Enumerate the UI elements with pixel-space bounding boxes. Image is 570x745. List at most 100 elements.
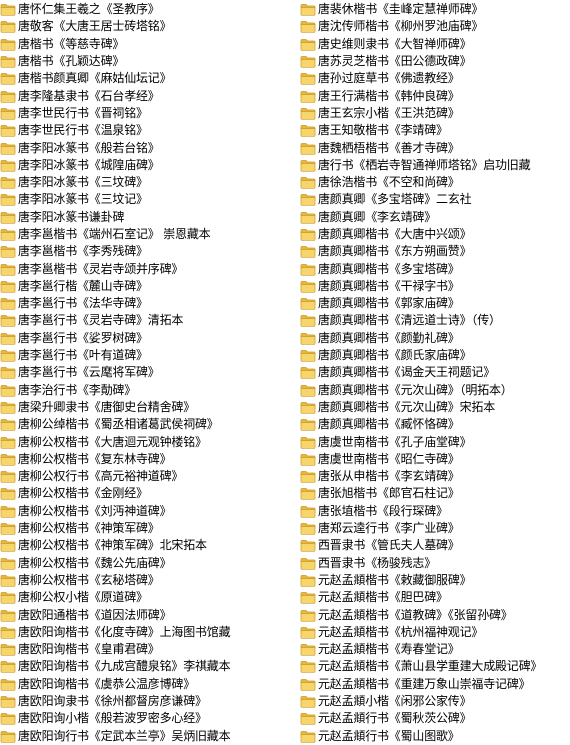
folder-item[interactable]: 唐欧阳询楷书《皇甫君碑》	[0, 641, 295, 658]
folder-item[interactable]: 唐柳公权楷书《魏公先庙碑》	[0, 555, 295, 572]
folder-item[interactable]: 唐柳公权楷书《大唐迴元观钟楼铭》	[0, 433, 295, 450]
folder-item[interactable]: 唐柳公权楷书《玄秘塔碑》	[0, 572, 295, 589]
folder-item[interactable]: 唐李阳冰篆书《三坟记》	[0, 191, 295, 208]
folder-item[interactable]: 唐李邕行书《云麾将军碑》	[0, 364, 295, 381]
folder-item[interactable]: 唐裴休楷书《圭峰定慧禅师碑》	[300, 1, 570, 18]
folder-item[interactable]: 唐李邕行书《灵岩寺碑》清拓本	[0, 312, 295, 329]
folder-item[interactable]: 唐王玄宗小楷《王洪范碑》	[300, 105, 570, 122]
folder-item[interactable]: 唐梁升卿隶书《唐御史台精舍碑》	[0, 399, 295, 416]
folder-item[interactable]: 唐虞世南楷书《孔子庙堂碑》	[300, 433, 570, 450]
folder-item[interactable]: 唐郑云逵行书《李广业碑》	[300, 520, 570, 537]
folder-item[interactable]: 唐行书《栖岩寺智通禅师塔铭》启功旧藏	[300, 157, 570, 174]
folder-item[interactable]: 唐颜真卿《多宝塔碑》二玄社	[300, 191, 570, 208]
folder-item[interactable]: 唐李世民行书《晋祠铭》	[0, 105, 295, 122]
folder-item[interactable]: 唐李隆基隶书《石台孝经》	[0, 87, 295, 104]
folder-item[interactable]: 元赵孟頫楷书《敕藏御服碑》	[300, 572, 570, 589]
folder-item[interactable]: 唐史维则隶书《大智禅师碑》	[300, 36, 570, 53]
folder-item[interactable]: 唐颜真卿楷书《干禄字书》	[300, 278, 570, 295]
folder-item[interactable]: 唐李邕行书《法华寺碑》	[0, 295, 295, 312]
folder-item[interactable]: 唐颜真卿楷书《颜氏家庙碑》	[300, 347, 570, 364]
folder-item[interactable]: 元赵孟頫小楷《闲邪公家传》	[300, 693, 570, 710]
folder-item[interactable]: 唐颜真卿楷书《臧怀恪碑》	[300, 416, 570, 433]
folder-name: 唐楷书《孔颖达碑》	[18, 54, 125, 69]
folder-item[interactable]: 唐颜真卿楷书《元次山碑》宋拓本	[300, 399, 570, 416]
folder-item[interactable]: 唐张埴楷书《段行琛碑》	[300, 503, 570, 520]
folder-item[interactable]: 西晋隶书《杨骏残志》	[300, 555, 570, 572]
folder-icon	[0, 730, 16, 743]
folder-item[interactable]: 唐颜真卿楷书《大唐中兴颂》	[300, 226, 570, 243]
folder-item[interactable]: 唐李邕楷书《端州石室记》 崇恩藏本	[0, 226, 295, 243]
folder-item[interactable]: 唐魏栖梧楷书《善才寺碑》	[300, 139, 570, 156]
folder-item[interactable]: 唐沈传师楷书《柳州罗池庙碑》	[300, 18, 570, 35]
folder-item[interactable]: 元赵孟頫楷书《胆巴碑》	[300, 589, 570, 606]
folder-item[interactable]: 唐李阳冰篆书《般若台铭》	[0, 139, 295, 156]
folder-item[interactable]: 唐颜真卿楷书《清远道士诗》（传）	[300, 312, 570, 329]
folder-name: 唐欧阳询楷书《虞恭公温彦博碑》	[18, 676, 196, 691]
folder-item[interactable]: 唐李邕楷书《李秀残碑》	[0, 243, 295, 260]
folder-item[interactable]: 元赵孟頫行书《蜀秋茨公碑》	[300, 710, 570, 727]
folder-item[interactable]: 唐徐浩楷书《不空和尚碑》	[300, 174, 570, 191]
folder-item[interactable]: 唐柳公权楷书《神策军碑》北宋拓本	[0, 537, 295, 554]
folder-item[interactable]: 唐柳公权楷书《复东林寺碑》	[0, 451, 295, 468]
folder-item[interactable]: 唐楷书《孔颖达碑》	[0, 53, 295, 70]
folder-item[interactable]: 元赵孟頫楷书《重建万象山崇福寺记碑》	[300, 676, 570, 693]
folder-name: 唐柳公权楷书《大唐迴元观钟楼铭》	[18, 434, 207, 449]
folder-item[interactable]: 唐颜真卿楷书《多宝塔碑》	[300, 260, 570, 277]
folder-item[interactable]: 唐柳公权楷书《神策军碑》	[0, 520, 295, 537]
folder-item[interactable]: 唐李邕行楷《麓山寺碑》	[0, 278, 295, 295]
folder-item[interactable]: 唐欧阳询楷书《化度寺碑》上海图书馆藏	[0, 624, 295, 641]
folder-item[interactable]: 元赵孟頫楷书《道教碑》《张留孙碑》	[300, 606, 570, 623]
folder-item[interactable]: 唐颜真卿楷书《东方朔画赞》	[300, 243, 570, 260]
folder-item[interactable]: 唐欧阳询楷书《九成宫醴泉铭》李祺藏本	[0, 658, 295, 675]
folder-item[interactable]: 唐李阳冰篆书《城隍庙碑》	[0, 157, 295, 174]
folder-item[interactable]: 唐李邕行书《叶有道碑》	[0, 347, 295, 364]
folder-item[interactable]: 唐柳公权楷书《刘沔神道碑》	[0, 503, 295, 520]
folder-item[interactable]: 唐颜真卿《李玄靖碑》	[300, 209, 570, 226]
folder-item[interactable]: 唐李邕行书《娑罗树碑》	[0, 330, 295, 347]
folder-item[interactable]: 唐虞世南楷书《昭仁寺碑》	[300, 451, 570, 468]
folder-icon	[0, 229, 16, 241]
folder-item[interactable]: 唐颜真卿楷书《谒金天王祠题记》	[300, 364, 570, 381]
folder-item[interactable]: 唐李世民行书《温泉铭》	[0, 122, 295, 139]
folder-item[interactable]: 唐欧阳询小楷《般若波罗密多心经》	[0, 710, 295, 727]
folder-item[interactable]: 唐柳公权小楷《原道碑》	[0, 589, 295, 606]
folder-name: 唐李邕行书《娑罗树碑》	[18, 330, 148, 345]
folder-item[interactable]: 唐柳公绰楷书《蜀丞相诸葛武侯祠碑》	[0, 416, 295, 433]
folder-item[interactable]: 唐敬客《大唐王居士砖塔铭》	[0, 18, 295, 35]
folder-name: 唐颜真卿楷书《郭家庙碑》	[318, 296, 460, 311]
folder-name: 唐欧阳询隶书《徐州都督房彦谦碑》	[18, 694, 207, 709]
folder-item[interactable]: 唐孙过庭草书《佛遗教经》	[300, 70, 570, 87]
folder-item[interactable]: 唐颜真卿楷书《元次山碑》（明拓本）	[300, 382, 570, 399]
folder-item[interactable]: 元赵孟頫楷书《杭州福神观记》	[300, 624, 570, 641]
folder-item[interactable]: 唐欧阳通楷书《道因法师碑》	[0, 606, 295, 623]
folder-item[interactable]: 元赵孟頫楷书《萧山县学重建大成殿记碑》	[300, 658, 570, 675]
folder-item[interactable]: 唐颜真卿楷书《郭家庙碑》	[300, 295, 570, 312]
folder-item[interactable]: 唐怀仁集王羲之《圣教序》	[0, 1, 295, 18]
folder-name: 元赵孟頫楷书《敕藏御服碑》	[318, 572, 472, 587]
folder-icon	[300, 142, 316, 155]
folder-item[interactable]: 唐欧阳询隶书《徐州都督房彦谦碑》	[0, 693, 295, 710]
folder-item[interactable]: 唐李邕楷书《灵岩寺颂并序碑》	[0, 260, 295, 277]
folder-item[interactable]: 元赵孟頫楷书《寿春堂记》	[300, 641, 570, 658]
folder-item[interactable]: 唐王知敬楷书《李靖碑》	[300, 122, 570, 139]
folder-item[interactable]: 唐苏灵芝楷书《田公德政碑》	[300, 53, 570, 70]
folder-item[interactable]: 唐李阳冰篆书谦卦碑	[0, 209, 295, 226]
folder-item[interactable]: 西晋隶书《管氏夫人墓碑》	[300, 537, 570, 554]
folder-item[interactable]: 唐张旭楷书《郎官石柱记》	[300, 485, 570, 502]
folder-item[interactable]: 唐欧阳询楷书《虞恭公温彦博碑》	[0, 676, 295, 693]
folder-item[interactable]: 唐楷书颜真卿《麻姑仙坛记》	[0, 70, 295, 87]
folder-item[interactable]: 唐颜真卿楷书《颜勤礼碑》	[300, 330, 570, 347]
folder-item[interactable]: 唐欧阳询行书《定武本兰亭》吴炳旧藏本	[0, 727, 295, 744]
folder-item[interactable]: 唐张从申楷书《李玄靖碑》	[300, 468, 570, 485]
folder-icon	[0, 367, 16, 380]
folder-item[interactable]: 元赵孟頫行书《蜀山图歌》	[300, 727, 570, 744]
folder-item[interactable]: 唐柳公权行书《高元裕神道碑》	[0, 468, 295, 485]
folder-icon	[300, 21, 316, 34]
folder-icon	[300, 263, 316, 276]
folder-item[interactable]: 唐王行满楷书《韩仲良碑》	[300, 87, 570, 104]
folder-item[interactable]: 唐李阳冰篆书《三坟碑》	[0, 174, 295, 191]
folder-item[interactable]: 唐柳公权楷书《金刚经》	[0, 485, 295, 502]
folder-item[interactable]: 唐楷书《等慈寺碑》	[0, 36, 295, 53]
folder-item[interactable]: 唐李治行书《李勣碑》	[0, 382, 295, 399]
folder-icon	[0, 281, 16, 293]
